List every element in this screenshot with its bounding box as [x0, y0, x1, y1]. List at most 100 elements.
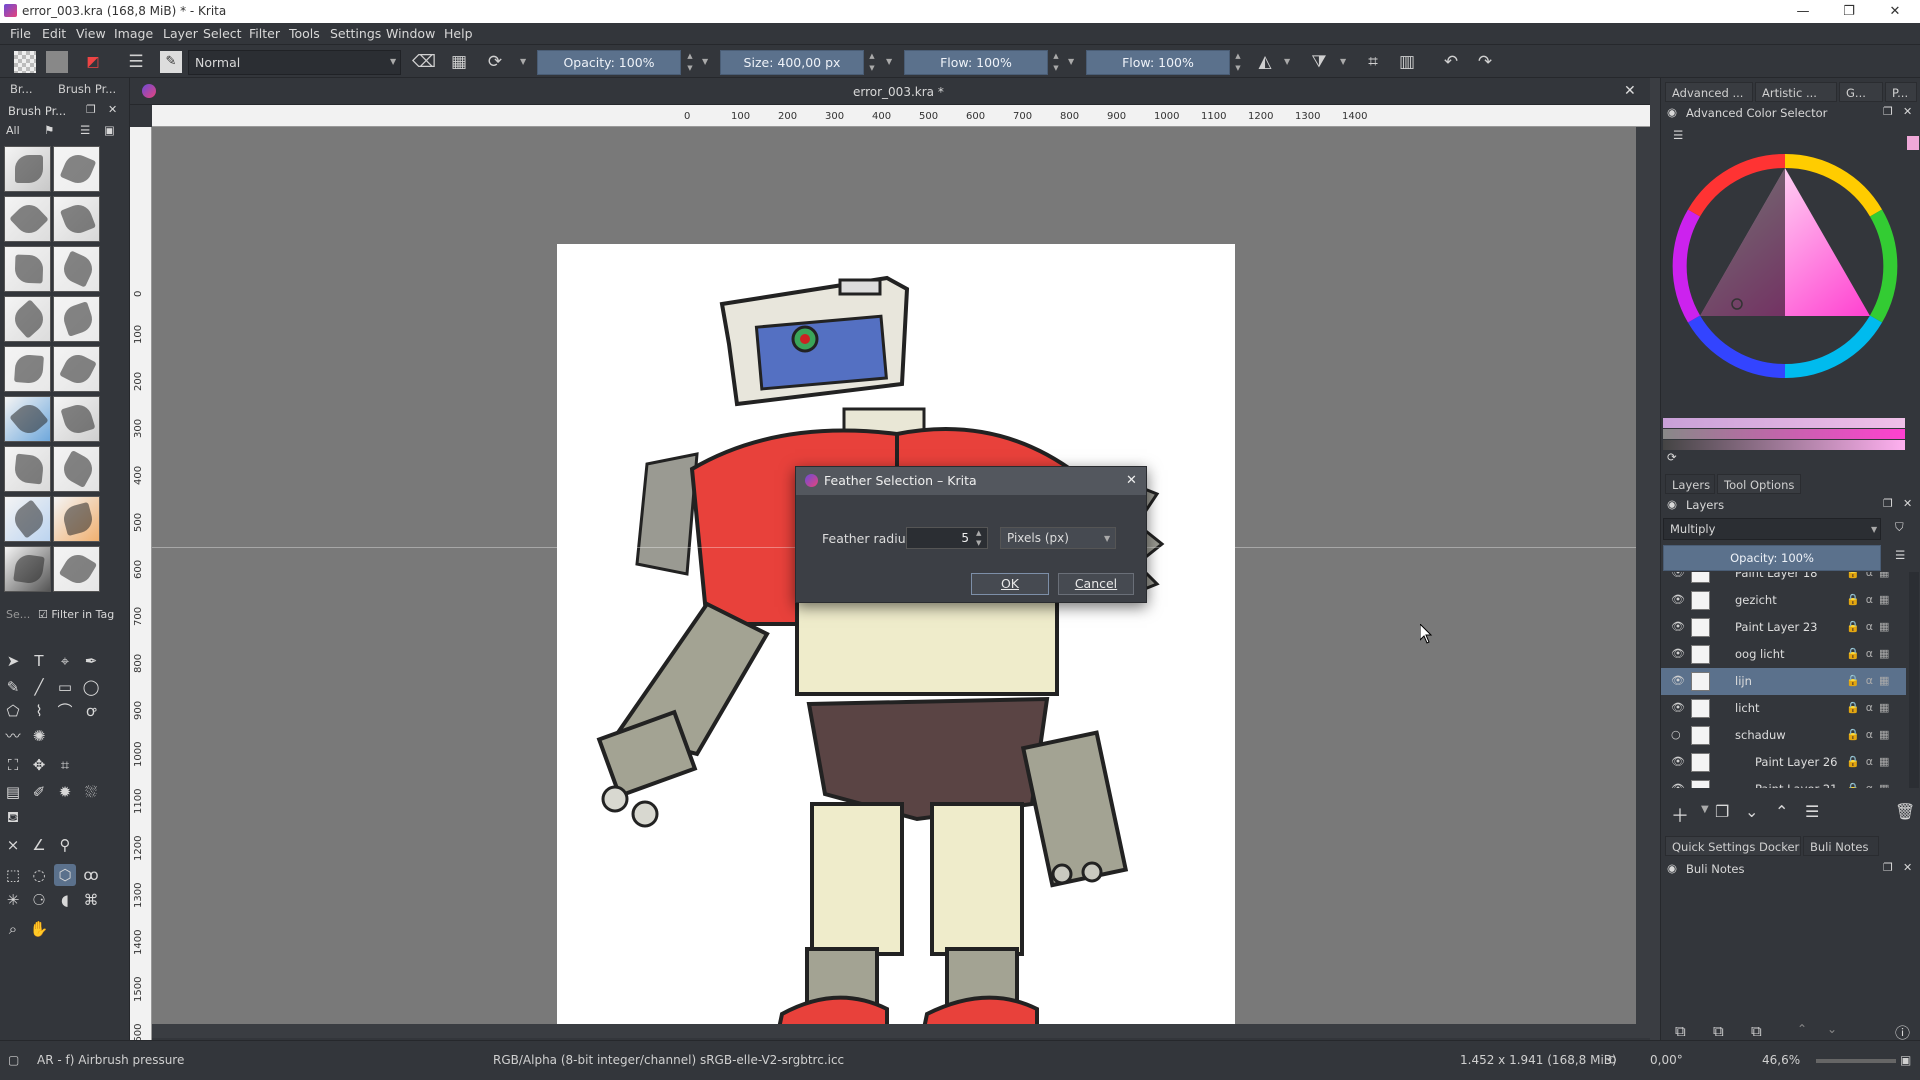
- brush-preset-item[interactable]: [4, 296, 51, 342]
- layer-lock-alpha-icons[interactable]: 🔒α▦: [1846, 701, 1900, 714]
- wrap-around-icon[interactable]: ▥: [1396, 51, 1418, 73]
- fill-tool-icon[interactable]: ⛆: [80, 781, 102, 803]
- maximize-button[interactable]: ❐: [1826, 0, 1872, 23]
- edit-shapes-icon[interactable]: ⌖: [54, 650, 76, 672]
- layer-menu-icon[interactable]: ☰: [1895, 548, 1905, 562]
- eye-icon[interactable]: 👁: [1671, 572, 1685, 580]
- measure-tool-icon[interactable]: ∠: [28, 834, 50, 856]
- smart-patch-icon[interactable]: ✹: [54, 781, 76, 803]
- list-view-icon[interactable]: ☰: [80, 123, 90, 137]
- float-dock-icon[interactable]: ❐: [1883, 861, 1893, 874]
- tab-advanced-color[interactable]: Advanced ...: [1665, 82, 1753, 102]
- close-dock-icon[interactable]: ✕: [1903, 105, 1912, 118]
- value-slider[interactable]: [1663, 440, 1905, 450]
- brush-preset-item[interactable]: [53, 396, 100, 442]
- layer-lock-alpha-icons[interactable]: 🔒α▦: [1846, 782, 1900, 788]
- move-layer-up-icon[interactable]: ⌃: [1775, 802, 1788, 821]
- selector-settings-icon[interactable]: ☰: [1673, 128, 1683, 142]
- close-dock-icon[interactable]: ✕: [1903, 497, 1912, 510]
- snapshot-restore-icon[interactable]: ⧉: [1713, 1022, 1724, 1040]
- flow-slider[interactable]: Flow: 100%: [904, 50, 1048, 75]
- layer-row[interactable]: 👁 lijn 🔒α▦: [1661, 668, 1906, 695]
- size-spin-icon[interactable]: ▲ ▼: [866, 50, 878, 75]
- arrow-down-icon[interactable]: ⌄: [1827, 1022, 1837, 1036]
- tab-tool-options[interactable]: Tool Options: [1717, 474, 1801, 494]
- menu-layer[interactable]: Layer: [163, 26, 198, 41]
- eye-icon[interactable]: 👁: [1671, 647, 1685, 661]
- layer-properties-icon[interactable]: ☰: [1805, 802, 1819, 821]
- tab-brush-presets[interactable]: Brush Pr...: [58, 82, 116, 100]
- brush-preset-item[interactable]: [53, 546, 100, 592]
- brush-preset-item[interactable]: [53, 146, 100, 192]
- zoom-slider[interactable]: [1816, 1059, 1896, 1063]
- pattern-preset-icon[interactable]: [46, 51, 68, 73]
- brush-preset-item[interactable]: [4, 446, 51, 492]
- eye-icon[interactable]: 👁: [1671, 755, 1685, 769]
- close-dock-icon[interactable]: ✕: [1903, 861, 1912, 874]
- layer-row[interactable]: 👁 Paint Layer 18 🔒α▦: [1661, 572, 1906, 587]
- brush-preset-item[interactable]: [53, 346, 100, 392]
- layer-lock-alpha-icons[interactable]: 🔒α▦: [1846, 647, 1900, 660]
- crop-tool-icon[interactable]: ⌗: [54, 754, 76, 776]
- bezier-select-icon[interactable]: ◖: [54, 889, 76, 911]
- eye-icon[interactable]: 👁: [1671, 593, 1685, 607]
- multibrush-icon[interactable]: ✺: [28, 725, 50, 747]
- polygon-select-icon[interactable]: ⬡: [54, 864, 76, 886]
- tab-layers[interactable]: Layers: [1665, 474, 1715, 494]
- layer-blend-mode-combo[interactable]: Multiply: [1663, 518, 1881, 540]
- flow-slider-2[interactable]: Flow: 100%: [1086, 50, 1230, 75]
- polygon-tool-icon[interactable]: ⬠: [2, 700, 24, 722]
- eye-icon[interactable]: 👁: [1671, 782, 1685, 788]
- eye-icon[interactable]: 👁: [1671, 701, 1685, 715]
- brush-preset-item[interactable]: [53, 496, 100, 542]
- layer-row[interactable]: 👁 oog licht 🔒α▦: [1661, 641, 1906, 668]
- tab-quick-settings[interactable]: Quick Settings Docker: [1665, 836, 1801, 856]
- close-dock-icon[interactable]: ✕: [108, 103, 117, 116]
- tab-brush-editor[interactable]: Br...: [10, 82, 33, 100]
- brush-preset-item[interactable]: [53, 296, 100, 342]
- contiguous-select-icon[interactable]: ✳: [2, 889, 24, 911]
- layer-lock-alpha-icons[interactable]: 🔒α▦: [1846, 593, 1900, 606]
- arrow-up-icon[interactable]: ⌃: [1797, 1022, 1807, 1036]
- undo-icon[interactable]: ↶: [1440, 51, 1462, 73]
- document-tab-title[interactable]: error_003.kra *: [853, 85, 944, 99]
- opacity-slider[interactable]: Opacity: 100%: [537, 50, 681, 75]
- blend-mode-combo[interactable]: Normal: [188, 50, 401, 75]
- add-layer-icon[interactable]: ＋: [1671, 802, 1689, 828]
- line-tool-icon[interactable]: ╱: [28, 676, 50, 698]
- ellipse-tool-icon[interactable]: ◯: [80, 676, 102, 698]
- preset-search-input[interactable]: Se...: [6, 608, 30, 621]
- filter-in-tag-checkbox[interactable]: ☑ Filter in Tag: [38, 608, 114, 621]
- rotation-status[interactable]: 0,00°: [1650, 1053, 1683, 1067]
- fullscreen-icon[interactable]: ▣: [1900, 1053, 1911, 1067]
- close-window-button[interactable]: ✕: [1872, 0, 1918, 23]
- brush-preset-item[interactable]: [4, 146, 51, 192]
- tab-g[interactable]: G...: [1839, 82, 1883, 102]
- eraser-icon[interactable]: ⌫: [412, 51, 436, 73]
- mirror-vertical-icon[interactable]: ⧩: [1308, 51, 1330, 73]
- layer-lock-alpha-icons[interactable]: 🔒α▦: [1846, 620, 1900, 633]
- select-shapes-icon[interactable]: ➤: [2, 650, 24, 672]
- layer-row[interactable]: ○ schaduw 🔒α▦: [1661, 722, 1906, 749]
- delete-layer-icon[interactable]: 🗑: [1895, 802, 1915, 821]
- layer-lock-alpha-icons[interactable]: 🔒α▦: [1846, 674, 1900, 687]
- assistant-tool-icon[interactable]: ⨯: [2, 834, 24, 856]
- text-tool-icon[interactable]: T: [28, 650, 50, 672]
- menu-select[interactable]: Select: [203, 26, 242, 41]
- layer-row[interactable]: 👁 Paint Layer 21 🔒α▦: [1661, 776, 1906, 788]
- current-color-swatch[interactable]: [1907, 136, 1919, 150]
- freehand-path-icon[interactable]: ꝍ: [80, 700, 102, 722]
- brush-settings-icon[interactable]: ☰: [125, 51, 147, 73]
- size-slider[interactable]: Size: 400,00 px: [720, 50, 864, 75]
- freehand-brush-icon[interactable]: ✎: [2, 676, 24, 698]
- menu-window[interactable]: Window: [386, 26, 435, 41]
- reload-preset-icon[interactable]: ⟳: [484, 51, 506, 73]
- brush-preset-item[interactable]: [4, 496, 51, 542]
- calligraphy-icon[interactable]: ✒: [80, 650, 102, 672]
- tab-buli-notes[interactable]: Buli Notes: [1803, 836, 1879, 856]
- preserve-alpha-icon[interactable]: ▦: [448, 51, 470, 73]
- tag-filter-combo[interactable]: All: [6, 124, 20, 137]
- color-wheel[interactable]: [1665, 146, 1905, 386]
- redo-icon[interactable]: ↷: [1474, 51, 1496, 73]
- layer-row[interactable]: 👁 Paint Layer 26 🔒α▦: [1661, 749, 1906, 776]
